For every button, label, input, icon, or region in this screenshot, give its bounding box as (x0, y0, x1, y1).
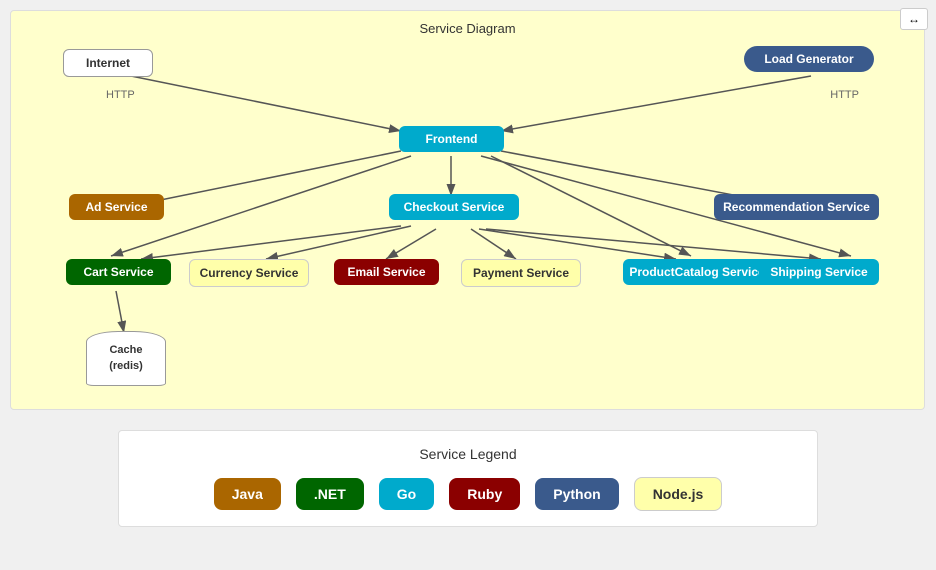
page-wrapper: ↔ Service Diagram (0, 0, 936, 537)
recommendation-service-node[interactable]: Recommendation Service (714, 194, 879, 220)
internet-node[interactable]: Internet (63, 49, 153, 77)
productcatalog-service-node[interactable]: ProductCatalog Service (623, 259, 771, 285)
legend-python[interactable]: Python (535, 478, 618, 510)
service-diagram: Service Diagram (10, 10, 925, 410)
currency-service-node[interactable]: Currency Service (189, 259, 309, 287)
legend-go[interactable]: Go (379, 478, 434, 510)
payment-service-node[interactable]: Payment Service (461, 259, 581, 287)
legend-net[interactable]: .NET (296, 478, 364, 510)
email-service-node[interactable]: Email Service (334, 259, 439, 285)
diagram-expand-button[interactable]: ↔ (900, 8, 928, 30)
legend-java[interactable]: Java (214, 478, 281, 510)
load-generator-node[interactable]: Load Generator (744, 46, 874, 72)
legend-title: Service Legend (149, 446, 787, 462)
ad-service-node[interactable]: Ad Service (69, 194, 164, 220)
checkout-service-node[interactable]: Checkout Service (389, 194, 519, 220)
shipping-service-node[interactable]: Shipping Service (759, 259, 879, 285)
cache-node[interactable]: Cache(redis) (86, 331, 166, 386)
expand-icon: ↔ (908, 12, 920, 26)
legend-items: Java .NET Go Ruby Python Node.js (149, 477, 787, 511)
http-label-left: HTTP (106, 89, 135, 101)
frontend-node[interactable]: Frontend (399, 126, 504, 152)
legend-ruby[interactable]: Ruby (449, 478, 520, 510)
http-label-right: HTTP (830, 89, 859, 101)
legend-container: Service Legend Java .NET Go Ruby Python (118, 430, 818, 527)
legend-nodejs[interactable]: Node.js (634, 477, 723, 511)
legend-wrapper: ↔ Service Legend Java .NET Go Ruby Pytho… (10, 430, 926, 527)
cart-service-node[interactable]: Cart Service (66, 259, 171, 285)
